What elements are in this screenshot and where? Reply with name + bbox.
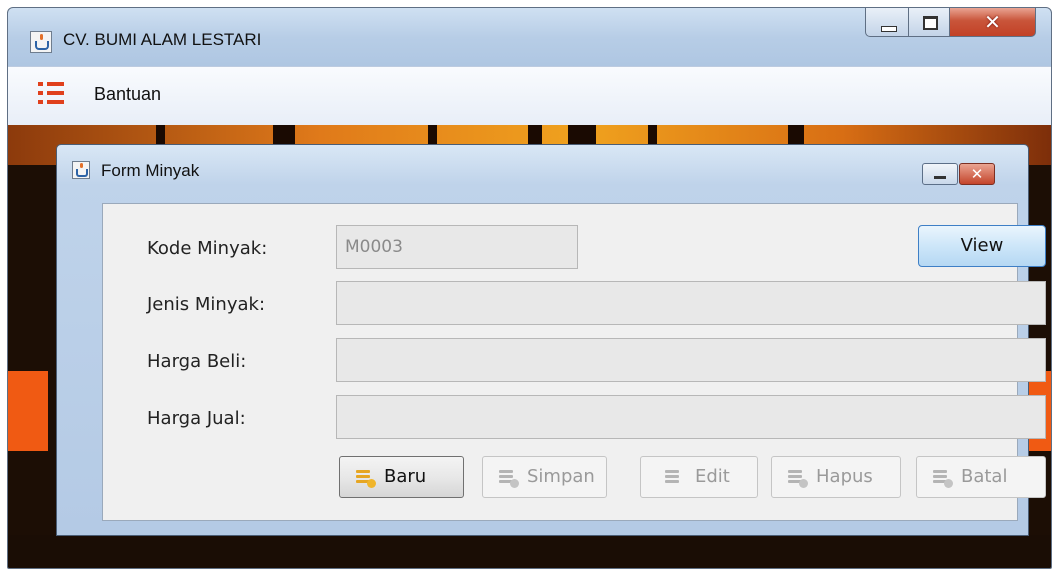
hapus-button[interactable]: Hapus (771, 456, 901, 498)
minimize-button[interactable] (865, 8, 909, 37)
main-window: CV. BUMI ALAM LESTARI ✕ Bantuan Form Min… (7, 7, 1052, 569)
form-panel: Kode Minyak: M0003 View Jenis Minyak: Ha… (102, 203, 1046, 521)
label-harga-jual: Harga Jual: (147, 408, 246, 429)
frame-minimize-button[interactable] (922, 163, 958, 185)
title-bar[interactable]: CV. BUMI ALAM LESTARI ✕ (8, 8, 1051, 66)
menu-bar: Bantuan (8, 66, 1051, 127)
menu-bantuan[interactable]: Bantuan (94, 84, 161, 105)
java-cup-icon (30, 31, 52, 53)
maximize-button[interactable] (908, 8, 950, 37)
view-button[interactable]: View (918, 225, 1046, 267)
save-record-icon (499, 468, 519, 488)
close-icon: ✕ (970, 165, 984, 183)
maximize-icon (923, 16, 938, 30)
minimize-icon (881, 26, 897, 32)
simpan-button[interactable]: Simpan (482, 456, 607, 498)
java-cup-icon (72, 161, 90, 179)
new-record-icon (356, 468, 376, 488)
harga-jual-field[interactable] (336, 395, 1046, 439)
minimize-icon (934, 176, 946, 179)
baru-button[interactable]: Baru (339, 456, 464, 498)
cancel-record-icon (933, 468, 953, 488)
list-menu-icon[interactable] (38, 82, 64, 104)
jenis-minyak-field[interactable] (336, 281, 1046, 325)
delete-record-icon (788, 468, 808, 488)
window-title: CV. BUMI ALAM LESTARI (63, 30, 262, 49)
close-button[interactable]: ✕ (949, 8, 1036, 37)
edit-button[interactable]: Edit (640, 456, 758, 498)
form-minyak-frame: Form Minyak ✕ Kode Minyak: M0003 View Je… (56, 144, 1046, 536)
batal-button[interactable]: Batal (916, 456, 1046, 498)
edit-record-icon (665, 468, 685, 488)
label-kode-minyak: Kode Minyak: (147, 238, 268, 259)
harga-beli-field[interactable] (336, 338, 1046, 382)
label-jenis-minyak: Jenis Minyak: (147, 294, 266, 315)
kode-minyak-field[interactable]: M0003 (336, 225, 578, 269)
frame-close-button[interactable]: ✕ (959, 163, 995, 185)
background-graphic (8, 505, 14, 568)
label-harga-beli: Harga Beli: (147, 351, 247, 372)
frame-title: Form Minyak (101, 161, 200, 180)
close-icon: ✕ (984, 10, 1001, 34)
